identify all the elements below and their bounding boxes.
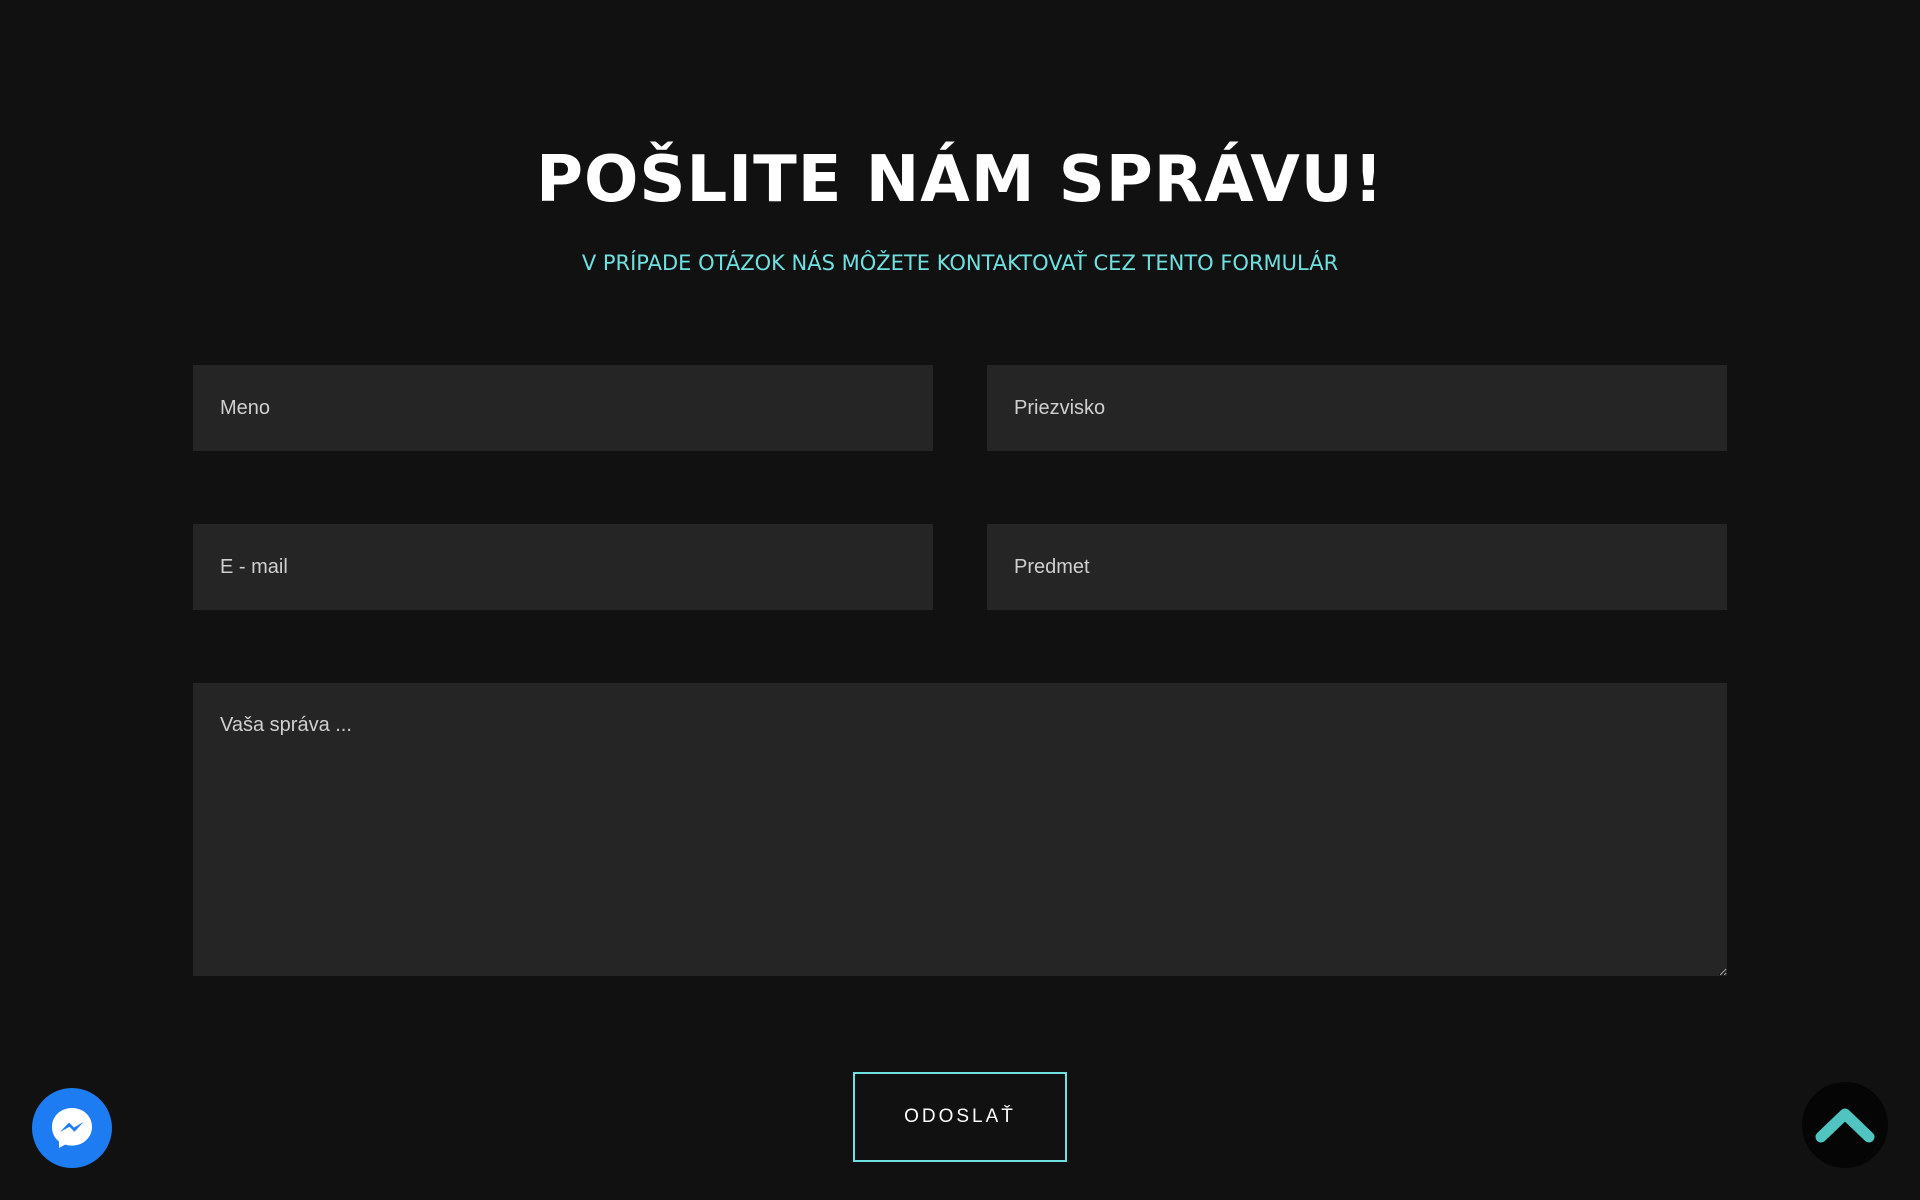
subject-input[interactable]: [987, 524, 1727, 610]
first-name-input[interactable]: [193, 365, 933, 451]
page-subtitle: V PRÍPADE OTÁZOK NÁS MÔŽETE KONTAKTOVAŤ …: [581, 251, 1339, 275]
last-name-input[interactable]: [987, 365, 1727, 451]
messenger-chat-button[interactable]: [32, 1088, 112, 1168]
send-button[interactable]: ODOSLAŤ: [853, 1072, 1067, 1162]
contact-page: POŠLITE NÁM SPRÁVU! V PRÍPADE OTÁZOK NÁS…: [0, 0, 1920, 1200]
email-input[interactable]: [193, 524, 933, 610]
chevron-up-icon: [1815, 1108, 1875, 1143]
page-title: POŠLITE NÁM SPRÁVU!: [536, 143, 1384, 217]
messenger-icon: [52, 1108, 92, 1148]
scroll-to-top-button[interactable]: [1802, 1082, 1888, 1168]
message-textarea[interactable]: [193, 683, 1727, 976]
